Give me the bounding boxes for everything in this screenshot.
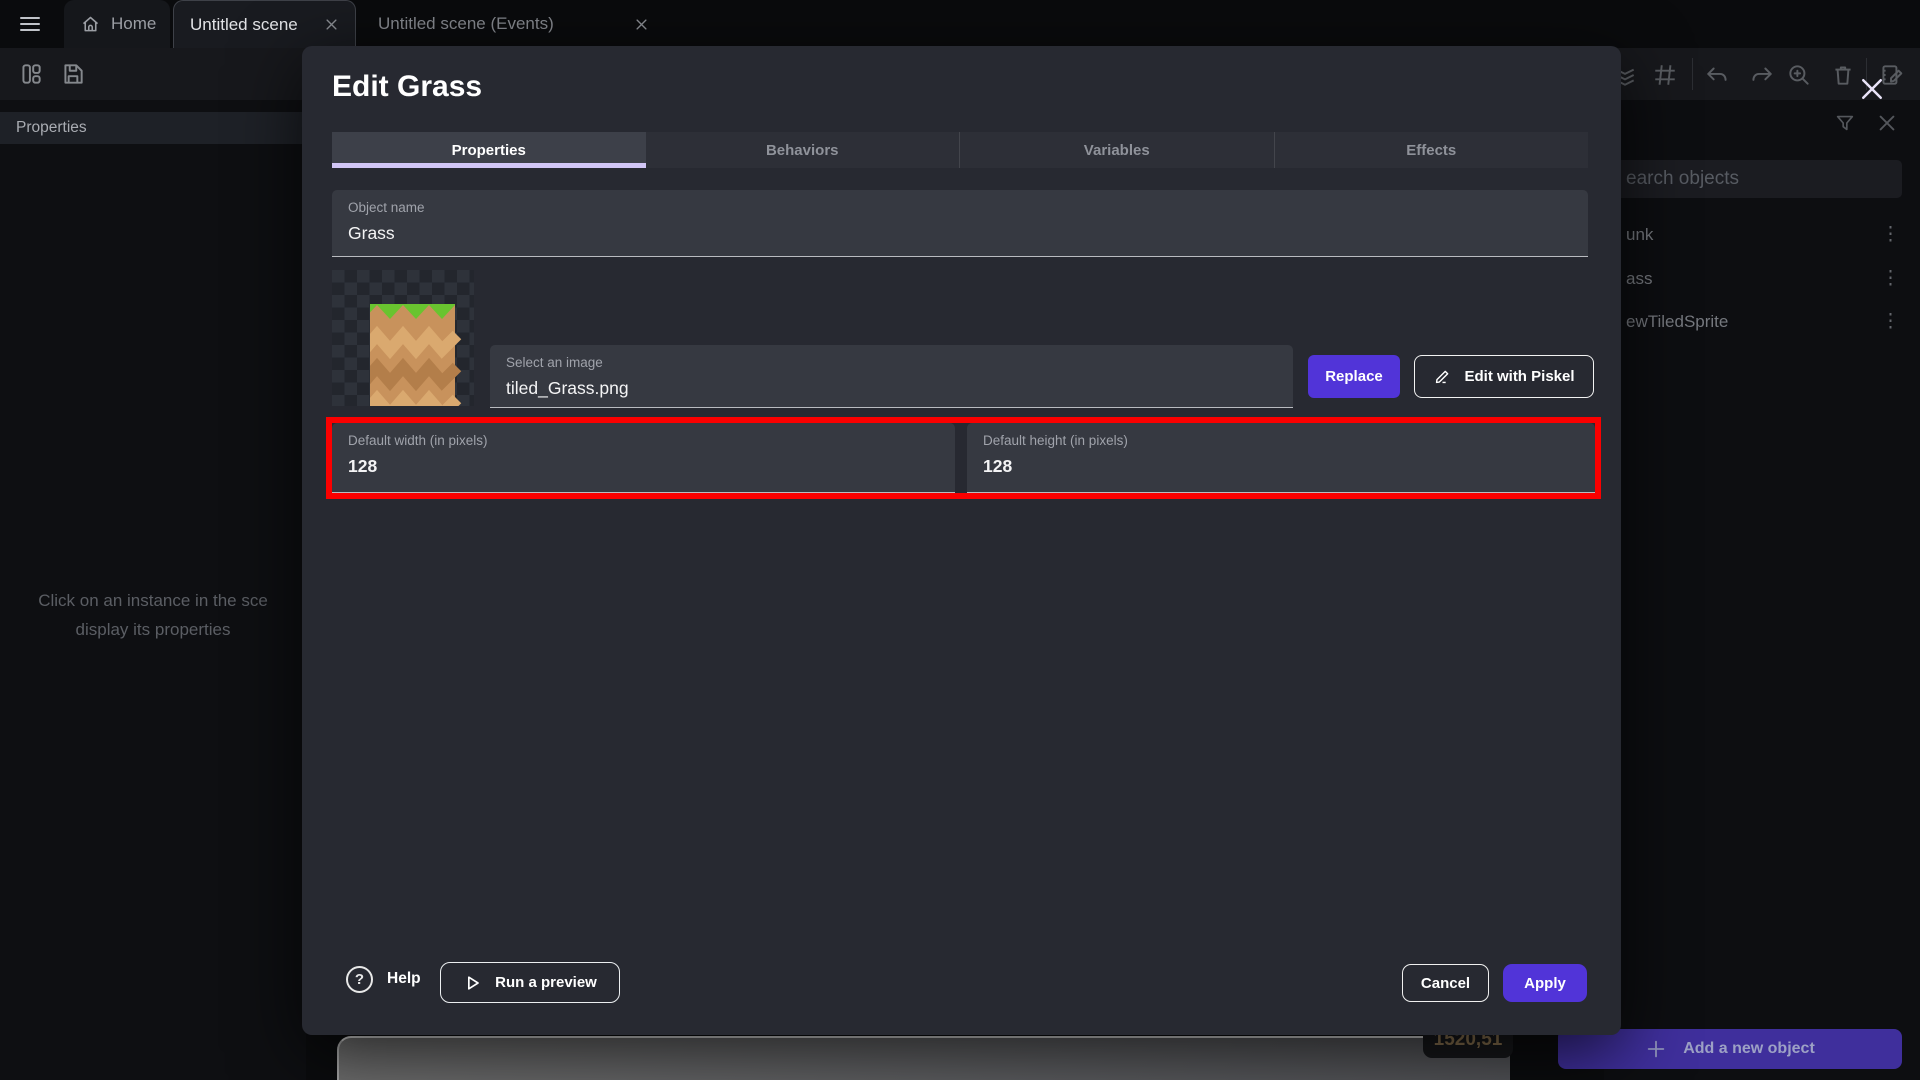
tab-properties[interactable]: Properties (332, 132, 646, 168)
default-height-value: 128 (983, 456, 1579, 477)
tab-home[interactable]: Home (64, 0, 170, 48)
search-objects-input[interactable]: earch objects (1590, 160, 1902, 198)
object-list-item[interactable]: unk ⋮ (1604, 213, 1920, 258)
properties-empty-line1: Click on an instance in the sce (0, 586, 306, 615)
top-tab-bar: Home Untitled scene Untitled scene (Even… (0, 0, 1920, 48)
properties-empty-line2: display its properties (0, 615, 306, 644)
default-width-field[interactable]: Default width (in pixels) 128 (332, 423, 955, 493)
select-image-label: Select an image (506, 355, 1277, 370)
plus-icon (1645, 1038, 1667, 1060)
tab-effects[interactable]: Effects (1274, 132, 1589, 168)
objects-panel: earch objects unk ⋮ ass ⋮ ewTiledSprite … (1604, 100, 1920, 1080)
select-image-field[interactable]: Select an image tiled_Grass.png (490, 345, 1293, 408)
replace-button[interactable]: Replace (1308, 355, 1400, 398)
pencil-icon (1433, 367, 1452, 386)
panel-layout-icon[interactable] (18, 61, 44, 87)
default-height-field[interactable]: Default height (in pixels) 128 (967, 423, 1595, 493)
add-new-object-label: Add a new object (1683, 1040, 1815, 1058)
object-list-item[interactable]: ass ⋮ (1604, 257, 1920, 302)
default-width-label: Default width (in pixels) (348, 433, 939, 448)
help-button[interactable]: ? Help (346, 962, 421, 996)
tab-untitled-scene-events[interactable]: Untitled scene (Events) (362, 0, 665, 48)
select-image-value: tiled_Grass.png (506, 378, 1277, 399)
dialog-title: Edit Grass (332, 70, 482, 104)
tab-variables[interactable]: Variables (959, 132, 1274, 168)
object-name-field[interactable]: Object name Grass (332, 190, 1588, 257)
cancel-button[interactable]: Cancel (1402, 964, 1489, 1002)
kebab-menu-icon[interactable]: ⋮ (1881, 267, 1900, 291)
help-label: Help (387, 970, 421, 988)
save-icon[interactable] (60, 61, 86, 87)
close-tab-icon[interactable] (634, 17, 649, 32)
tab-behaviors[interactable]: Behaviors (646, 132, 960, 168)
home-icon (80, 14, 101, 35)
hamburger-menu-icon[interactable] (15, 12, 45, 36)
tab-home-label: Home (111, 14, 156, 34)
redo-icon[interactable] (1748, 62, 1774, 88)
toolbar-separator (1692, 58, 1693, 90)
kebab-menu-icon[interactable]: ⋮ (1881, 223, 1900, 247)
tab-scene-label: Untitled scene (190, 15, 298, 35)
play-icon (463, 973, 483, 993)
properties-empty-message: Click on an instance in the sce display … (0, 586, 306, 644)
edit-with-piskel-button[interactable]: Edit with Piskel (1414, 355, 1594, 398)
object-image-thumbnail[interactable] (332, 270, 474, 406)
apply-button[interactable]: Apply (1503, 964, 1587, 1002)
close-dialog-icon[interactable] (1857, 74, 1887, 104)
close-panel-icon[interactable] (1876, 112, 1898, 134)
kebab-menu-icon[interactable]: ⋮ (1881, 310, 1900, 334)
undo-icon[interactable] (1705, 62, 1731, 88)
default-height-label: Default height (in pixels) (983, 433, 1579, 448)
object-name: ewTiledSprite (1626, 312, 1728, 332)
zoom-in-icon[interactable] (1786, 62, 1812, 88)
properties-panel: Properties Click on an instance in the s… (0, 100, 306, 1080)
dialog-tabs: Properties Behaviors Variables Effects (332, 132, 1588, 168)
object-name-label: Object name (348, 200, 1572, 215)
run-preview-button[interactable]: Run a preview (440, 962, 620, 1003)
run-preview-label: Run a preview (495, 974, 597, 991)
object-name: ass (1626, 269, 1652, 289)
scene-canvas[interactable] (337, 1036, 1510, 1080)
edit-with-piskel-label: Edit with Piskel (1464, 368, 1574, 385)
default-width-value: 128 (348, 456, 939, 477)
object-name: unk (1626, 225, 1653, 245)
tab-untitled-scene[interactable]: Untitled scene (173, 0, 356, 48)
edit-object-dialog: Edit Grass Properties Behaviors Variable… (302, 46, 1621, 1035)
object-list-item[interactable]: ewTiledSprite ⋮ (1604, 300, 1920, 345)
close-tab-icon[interactable] (324, 17, 339, 32)
add-new-object-button[interactable]: Add a new object (1558, 1029, 1902, 1069)
grid-icon[interactable] (1652, 62, 1678, 88)
properties-panel-title: Properties (0, 112, 306, 144)
object-name-value: Grass (348, 223, 1572, 244)
filter-icon[interactable] (1834, 112, 1856, 134)
trash-icon[interactable] (1830, 62, 1856, 88)
help-icon: ? (346, 966, 373, 993)
tab-events-label: Untitled scene (Events) (378, 14, 554, 34)
